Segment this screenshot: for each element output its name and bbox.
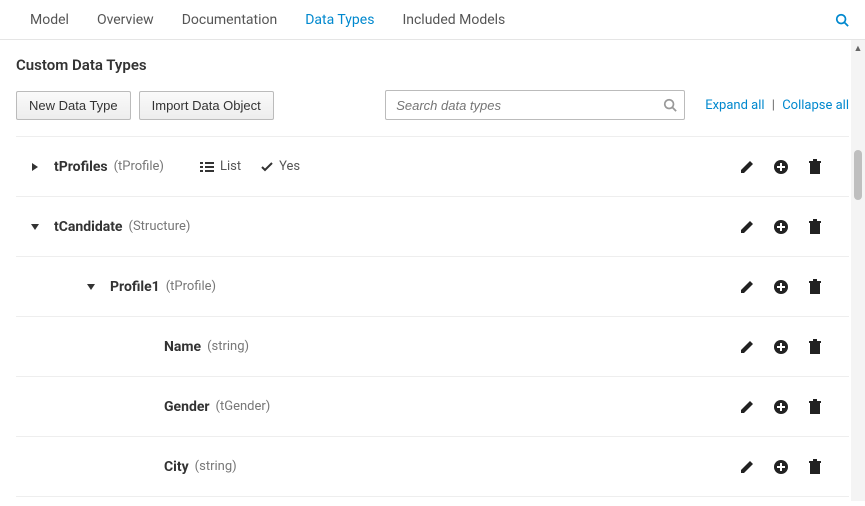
edit-icon[interactable] xyxy=(739,399,755,415)
type-name: tCandidate xyxy=(54,219,123,235)
edit-icon[interactable] xyxy=(739,339,755,355)
add-icon[interactable] xyxy=(773,399,789,415)
scrollbar[interactable]: ▲ xyxy=(851,40,865,501)
add-icon[interactable] xyxy=(773,279,789,295)
delete-icon[interactable] xyxy=(807,159,823,175)
list-item: Profile1 (tProfile) xyxy=(16,257,849,317)
tab-documentation[interactable]: Documentation xyxy=(168,0,292,39)
data-type-list: tProfiles (tProfile) List Yes xyxy=(16,136,849,506)
add-icon[interactable] xyxy=(773,339,789,355)
type-kind: (tGender) xyxy=(216,399,271,414)
type-name: City xyxy=(164,459,189,475)
toolbar: New Data Type Import Data Object Expand … xyxy=(16,90,849,120)
delete-icon[interactable] xyxy=(807,219,823,235)
yes-label: Yes xyxy=(279,159,300,174)
chevron-right-icon[interactable] xyxy=(30,162,54,172)
edit-icon[interactable] xyxy=(739,159,755,175)
chevron-down-icon[interactable] xyxy=(86,282,110,292)
delete-icon[interactable] xyxy=(807,339,823,355)
tab-data-types[interactable]: Data Types xyxy=(291,0,388,39)
tab-model[interactable]: Model xyxy=(16,0,83,39)
scroll-thumb[interactable] xyxy=(854,150,862,200)
list-item: Gender (tGender) xyxy=(16,377,849,437)
add-icon[interactable] xyxy=(773,159,789,175)
page-title: Custom Data Types xyxy=(16,56,849,74)
scroll-up-arrow[interactable]: ▲ xyxy=(851,40,865,56)
expand-collapse-links: Expand all | Collapse all xyxy=(705,98,849,113)
add-icon[interactable] xyxy=(773,459,789,475)
type-name: Profile1 xyxy=(110,279,160,295)
check-icon xyxy=(261,162,273,172)
tab-included-models[interactable]: Included Models xyxy=(388,0,519,39)
list-icon xyxy=(200,161,214,173)
type-name: tProfiles xyxy=(54,159,108,175)
new-data-type-button[interactable]: New Data Type xyxy=(16,91,131,120)
type-kind: (tProfile) xyxy=(114,159,164,174)
list-item: City (string) xyxy=(16,437,849,497)
chevron-down-icon[interactable] xyxy=(30,222,54,232)
type-name: Name xyxy=(164,339,201,355)
delete-icon[interactable] xyxy=(807,279,823,295)
search-input[interactable] xyxy=(385,90,685,120)
add-icon[interactable] xyxy=(773,219,789,235)
search-wrap xyxy=(385,90,685,120)
search-icon xyxy=(663,98,677,112)
link-separator: | xyxy=(768,98,779,113)
tab-bar: Model Overview Documentation Data Types … xyxy=(0,0,865,40)
edit-icon[interactable] xyxy=(739,279,755,295)
list-label: List xyxy=(220,159,241,174)
expand-all-link[interactable]: Expand all xyxy=(705,98,764,113)
delete-icon[interactable] xyxy=(807,459,823,475)
delete-icon[interactable] xyxy=(807,399,823,415)
edit-icon[interactable] xyxy=(739,219,755,235)
tab-overview[interactable]: Overview xyxy=(83,0,168,39)
type-name: Gender xyxy=(164,399,210,415)
type-kind: (Structure) xyxy=(129,219,191,234)
import-data-object-button[interactable]: Import Data Object xyxy=(139,91,274,120)
type-kind: (tProfile) xyxy=(166,279,216,294)
global-search-icon[interactable] xyxy=(835,13,849,27)
edit-icon[interactable] xyxy=(739,459,755,475)
type-kind: (string) xyxy=(195,459,237,474)
collapse-all-link[interactable]: Collapse all xyxy=(782,98,849,113)
type-kind: (string) xyxy=(207,339,249,354)
list-item: Name (string) xyxy=(16,317,849,377)
list-item: tProfiles (tProfile) List Yes xyxy=(16,137,849,197)
list-item: tCandidate (Structure) xyxy=(16,197,849,257)
